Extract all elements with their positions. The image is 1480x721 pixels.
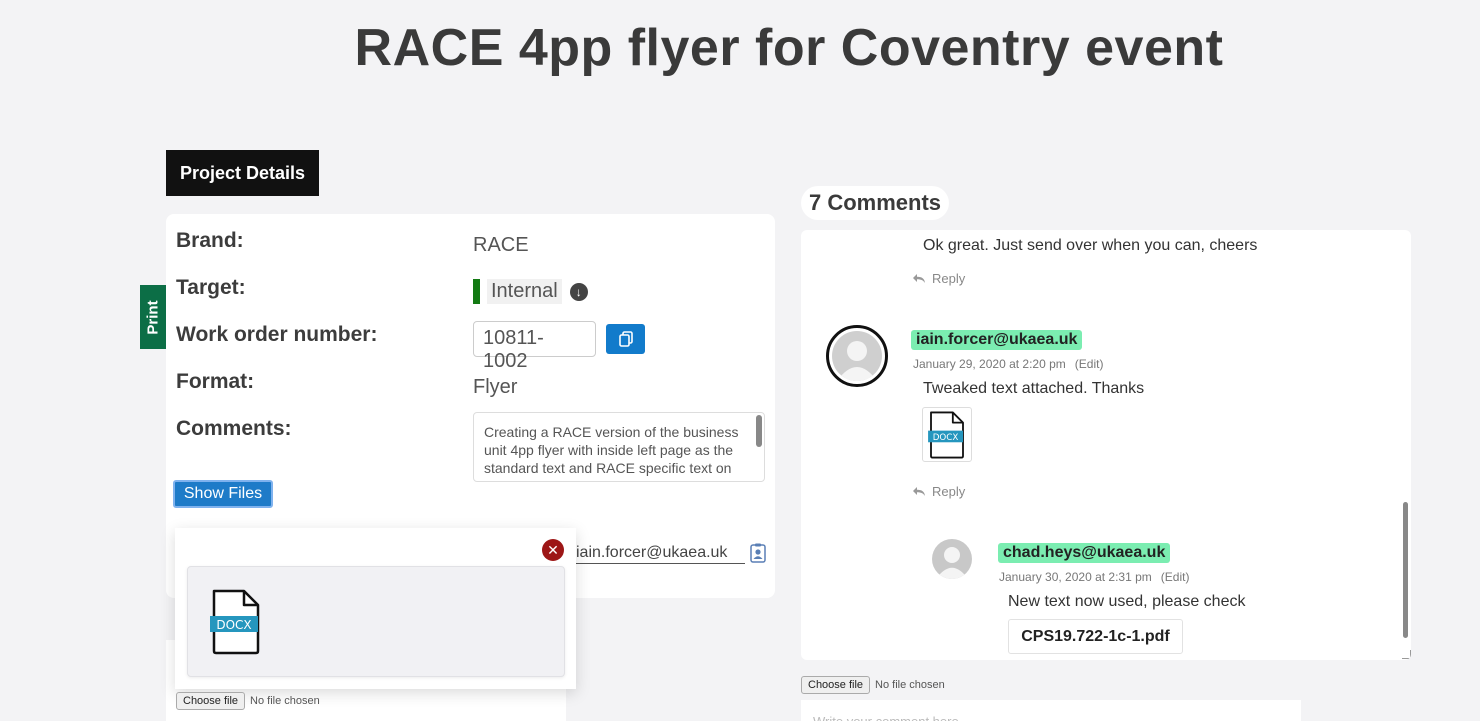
file-tile[interactable]: DOCX <box>187 566 565 677</box>
comment-date: January 30, 2020 at 2:31 pm <box>999 570 1152 584</box>
copy-icon <box>618 331 633 347</box>
project-comments-text: Creating a RACE version of the business … <box>484 424 739 481</box>
user-silhouette-icon <box>936 547 968 579</box>
brand-value: RACE <box>473 234 529 256</box>
tab-project-details[interactable]: Project Details <box>166 150 319 196</box>
close-icon[interactable]: ✕ <box>542 539 564 561</box>
attachment-thumbnail[interactable]: DOCX <box>922 407 972 462</box>
comment-text: Tweaked text attached. Thanks <box>923 380 1145 397</box>
format-label: Format: <box>176 370 255 393</box>
print-tab[interactable]: Print <box>140 285 166 349</box>
contact-card-icon[interactable] <box>750 543 766 568</box>
arrow-down-circle-icon[interactable]: ↓ <box>569 282 588 301</box>
comments-count: 7 Comments <box>801 186 950 220</box>
avatar <box>932 539 972 579</box>
file-status: No file chosen <box>250 695 320 707</box>
comment-author: chad.heys@ukaea.uk <box>998 543 1171 563</box>
comments-scrollbar[interactable] <box>756 415 762 447</box>
reply-icon <box>913 487 925 496</box>
docx-label: DOCX <box>216 618 251 632</box>
comment-text: Ok great. Just send over when you can, c… <box>923 237 1258 254</box>
pdf-attachment-link[interactable]: CPS19.722-1c-1.pdf <box>1008 619 1183 654</box>
reply-link[interactable]: Reply <box>912 271 965 286</box>
work-order-field[interactable]: 10811-1002 <box>473 321 596 372</box>
new-comment-field[interactable]: Write your comment here... <box>801 700 1301 721</box>
format-value: Flyer <box>473 376 518 398</box>
owner-email-link[interactable]: iain.forcer@ukaea.uk <box>576 544 745 564</box>
project-comments-box[interactable]: Creating a RACE version of the business … <box>473 412 765 482</box>
edit-link[interactable]: (Edit) <box>1075 357 1104 371</box>
reply-label: Reply <box>932 484 966 499</box>
comment-meta: January 29, 2020 at 2:20 pm (Edit) <box>913 357 1103 371</box>
comment-author: iain.forcer@ukaea.uk <box>911 330 1083 350</box>
reply-link[interactable]: Reply <box>912 484 965 499</box>
comments-scrollbar[interactable] <box>1403 502 1408 638</box>
comment-text: New text now used, please check <box>1008 593 1246 610</box>
comments-label: Comments: <box>176 417 292 440</box>
choose-file-button[interactable]: Choose file <box>801 676 871 694</box>
docx-file-icon: DOCX <box>928 411 964 458</box>
target-color-bar <box>473 279 480 304</box>
user-silhouette-icon <box>837 341 877 381</box>
file-upload-left: Choose file No file chosen <box>176 692 320 710</box>
file-upload-right: Choose file No file chosen <box>801 676 945 694</box>
comment-meta: January 30, 2020 at 2:31 pm (Edit) <box>999 570 1189 584</box>
show-files-button[interactable]: Show Files <box>173 480 273 508</box>
resize-handle[interactable] <box>1402 650 1411 659</box>
comment-date: January 29, 2020 at 2:20 pm <box>913 357 1066 371</box>
page-title: RACE 4pp flyer for Coventry event <box>354 19 1224 77</box>
target-label: Target: <box>176 276 246 299</box>
work-order-label: Work order number: <box>176 323 378 346</box>
docx-file-icon: DOCX <box>210 589 260 655</box>
files-popup: ✕ DOCX <box>175 528 576 689</box>
docx-label: DOCX <box>933 433 959 443</box>
avatar <box>826 325 888 387</box>
reply-icon <box>913 274 925 283</box>
edit-link[interactable]: (Edit) <box>1161 570 1190 584</box>
reply-label: Reply <box>932 271 966 286</box>
print-tab-label: Print <box>144 299 162 335</box>
target-text: Internal <box>487 279 562 304</box>
target-value: Internal ↓ <box>473 279 588 304</box>
choose-file-button[interactable]: Choose file <box>176 692 246 710</box>
copy-button[interactable] <box>606 324 645 354</box>
comments-panel: Ok great. Just send over when you can, c… <box>801 230 1411 660</box>
file-status: No file chosen <box>875 679 945 691</box>
brand-label: Brand: <box>176 229 244 252</box>
avatar-bottom-edge <box>831 230 886 236</box>
